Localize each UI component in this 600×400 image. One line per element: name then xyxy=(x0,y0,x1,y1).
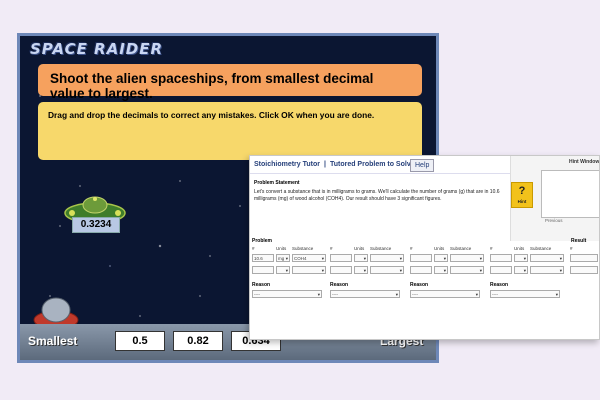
units-dropdown[interactable] xyxy=(514,254,528,262)
answer-slot[interactable]: 0.82 xyxy=(173,331,223,351)
reason-dropdown[interactable]: ---- xyxy=(330,290,400,298)
substance-dropdown[interactable] xyxy=(370,254,404,262)
number-field[interactable] xyxy=(252,266,274,274)
result-section-label: Result xyxy=(571,238,587,244)
substance-dropdown[interactable]: COH4 xyxy=(292,254,326,262)
column-header: Units xyxy=(514,246,525,251)
game-title: SPACE RAIDER xyxy=(30,40,164,58)
column-header: # xyxy=(490,246,493,251)
tutor-title: Stoichiometry Tutor xyxy=(254,161,320,168)
units-dropdown[interactable] xyxy=(434,266,448,274)
column-header: # xyxy=(252,246,255,251)
primary-instruction: Shoot the alien spaceships, from smalles… xyxy=(38,64,422,101)
substance-dropdown[interactable] xyxy=(530,266,564,274)
units-dropdown[interactable] xyxy=(354,254,368,262)
tutor-subtitle: Tutored Problem to Solve xyxy=(329,161,415,168)
substance-dropdown[interactable] xyxy=(292,266,326,274)
substance-dropdown[interactable] xyxy=(370,266,404,274)
answer-slot[interactable]: 0.5 xyxy=(115,331,165,351)
stoichiometry-tutor-window: Stoichiometry Tutor | Tutored Problem to S… xyxy=(249,155,600,340)
given-value-field[interactable]: 10.6 xyxy=(252,254,274,262)
hint-previous-button[interactable]: Previous xyxy=(545,218,563,223)
units-dropdown[interactable]: mg xyxy=(276,254,290,262)
substance-dropdown[interactable] xyxy=(450,266,484,274)
hint-text-area xyxy=(541,170,599,218)
column-header: # xyxy=(410,246,413,251)
result-field[interactable] xyxy=(570,254,598,262)
number-field[interactable] xyxy=(410,266,432,274)
smallest-label: Smallest xyxy=(28,334,78,348)
number-field[interactable] xyxy=(490,254,512,262)
reason-label: Reason xyxy=(330,282,349,288)
alien-decimal-value[interactable]: 0.3234 xyxy=(72,217,120,233)
problem-section-label: Problem xyxy=(252,238,273,244)
substance-dropdown[interactable] xyxy=(530,254,564,262)
result-field[interactable] xyxy=(570,266,598,274)
units-dropdown[interactable] xyxy=(514,266,528,274)
column-header: Substance xyxy=(450,246,472,251)
hint-button-label: Hint xyxy=(517,199,527,204)
units-dropdown[interactable] xyxy=(434,254,448,262)
column-header: # xyxy=(330,246,333,251)
reason-label: Reason xyxy=(252,282,271,288)
column-header: # xyxy=(570,246,573,251)
reason-label: Reason xyxy=(490,282,509,288)
units-dropdown[interactable] xyxy=(276,266,290,274)
column-header: Substance xyxy=(370,246,392,251)
reason-dropdown[interactable]: ---- xyxy=(252,290,322,298)
column-header: Substance xyxy=(530,246,552,251)
hint-button[interactable]: ? Hint xyxy=(511,182,533,208)
secondary-instruction: Drag and drop the decimals to correct an… xyxy=(38,102,422,160)
header-separator: | xyxy=(323,161,326,168)
column-header: Units xyxy=(434,246,445,251)
column-header: Substance xyxy=(292,246,314,251)
number-field[interactable] xyxy=(410,254,432,262)
problem-statement-text: Let's convert a substance that is in mil… xyxy=(254,189,500,202)
number-field[interactable] xyxy=(330,254,352,262)
column-header: Units xyxy=(354,246,365,251)
problem-statement-label: Problem Statement xyxy=(254,180,300,186)
units-dropdown[interactable] xyxy=(354,266,368,274)
column-header: Units xyxy=(276,246,287,251)
substance-dropdown[interactable] xyxy=(450,254,484,262)
number-field[interactable] xyxy=(330,266,352,274)
hint-window-title: Hint Window xyxy=(569,159,600,165)
number-field[interactable] xyxy=(490,266,512,274)
reason-dropdown[interactable]: ---- xyxy=(410,290,480,298)
reason-label: Reason xyxy=(410,282,429,288)
help-button[interactable]: Help xyxy=(410,159,435,172)
reason-dropdown[interactable]: ---- xyxy=(490,290,560,298)
tutor-header: Stoichiometry Tutor | Tutored Problem to S… xyxy=(250,156,510,174)
